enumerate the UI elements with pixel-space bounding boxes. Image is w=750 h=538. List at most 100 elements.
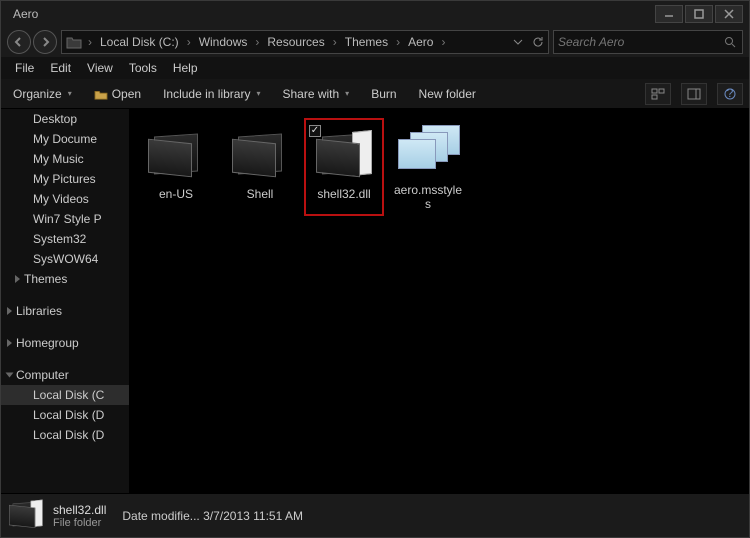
tree-item[interactable]: My Pictures bbox=[1, 169, 129, 189]
include-label: Include in library bbox=[163, 87, 250, 101]
tree-group-libraries[interactable]: Libraries bbox=[1, 301, 129, 321]
expand-icon[interactable] bbox=[7, 339, 12, 347]
folder-icon bbox=[227, 123, 293, 183]
folder-item[interactable]: Shell bbox=[221, 119, 299, 215]
open-label: Open bbox=[112, 87, 141, 101]
tree-item[interactable]: SysWOW64 bbox=[1, 249, 129, 269]
chevron-down-icon: ▾ bbox=[68, 89, 72, 98]
organize-button[interactable]: Organize▾ bbox=[7, 84, 78, 104]
tree-group-homegroup[interactable]: Homegroup bbox=[1, 333, 129, 353]
folder-icon bbox=[143, 123, 209, 183]
folder-icon bbox=[15, 193, 29, 205]
tree-item-label: Desktop bbox=[33, 112, 77, 126]
tree-item-label: Win7 Style P bbox=[33, 212, 102, 226]
preview-pane-button[interactable] bbox=[681, 83, 707, 105]
details-pane: shell32.dll File folder Date modifie... … bbox=[1, 493, 749, 537]
search-input[interactable] bbox=[558, 35, 722, 49]
address-history-dropdown[interactable] bbox=[508, 31, 528, 53]
chevron-right-icon: › bbox=[253, 35, 261, 49]
chevron-right-icon: › bbox=[394, 35, 402, 49]
breadcrumb-segment[interactable]: Resources bbox=[261, 35, 330, 49]
menu-tools[interactable]: Tools bbox=[121, 58, 165, 78]
tree-item-drive[interactable]: Local Disk (C bbox=[1, 385, 129, 405]
breadcrumb-segment[interactable]: Themes bbox=[339, 35, 394, 49]
window-controls bbox=[655, 5, 743, 23]
refresh-button[interactable] bbox=[528, 31, 548, 53]
details-meta-value: 3/7/2013 11:51 AM bbox=[203, 509, 303, 523]
folder-icon bbox=[15, 153, 29, 165]
search-box[interactable] bbox=[553, 30, 743, 54]
tree-item-label: My Videos bbox=[33, 192, 89, 206]
menu-view[interactable]: View bbox=[79, 58, 121, 78]
window-title: Aero bbox=[7, 7, 655, 21]
tree-item[interactable]: My Videos bbox=[1, 189, 129, 209]
tree-group-label: Libraries bbox=[16, 304, 62, 318]
chevron-right-icon: › bbox=[86, 35, 94, 49]
breadcrumb-segment[interactable]: Local Disk (C:) bbox=[94, 35, 185, 49]
chevron-right-icon: › bbox=[331, 35, 339, 49]
open-button[interactable]: Open bbox=[88, 84, 147, 104]
burn-button[interactable]: Burn bbox=[365, 84, 402, 104]
address-bar[interactable]: › Local Disk (C:) › Windows › Resources … bbox=[61, 30, 549, 54]
tree-group-label: Homegroup bbox=[16, 336, 79, 350]
help-button[interactable]: ? bbox=[717, 83, 743, 105]
folder-item[interactable]: en-US bbox=[137, 119, 215, 215]
command-bar: Organize▾ Open Include in library▾ Share… bbox=[1, 79, 749, 109]
new-folder-button[interactable]: New folder bbox=[413, 84, 482, 104]
tree-item[interactable]: System32 bbox=[1, 229, 129, 249]
chevron-right-icon: › bbox=[439, 35, 447, 49]
include-in-library-button[interactable]: Include in library▾ bbox=[157, 84, 266, 104]
menu-edit[interactable]: Edit bbox=[42, 58, 79, 78]
tree-item-label: Themes bbox=[24, 272, 67, 286]
tree-item-label: SysWOW64 bbox=[33, 252, 98, 266]
title-bar: Aero bbox=[1, 1, 749, 27]
new-folder-label: New folder bbox=[419, 87, 476, 101]
minimize-button[interactable] bbox=[655, 5, 683, 23]
menu-file[interactable]: File bbox=[7, 58, 42, 78]
tree-item-drive[interactable]: Local Disk (D bbox=[1, 405, 129, 425]
folder-icon bbox=[15, 113, 29, 125]
folder-icon bbox=[311, 123, 377, 183]
tree-item[interactable]: Win7 Style P bbox=[1, 209, 129, 229]
forward-button[interactable] bbox=[33, 30, 57, 54]
breadcrumb-segment[interactable]: Windows bbox=[193, 35, 254, 49]
breadcrumb-segment[interactable]: Aero bbox=[402, 35, 439, 49]
share-with-button[interactable]: Share with▾ bbox=[276, 84, 355, 104]
items-view[interactable]: en-US Shell ✓ shell32.dll aero.msstyles bbox=[129, 109, 749, 493]
maximize-button[interactable] bbox=[685, 5, 713, 23]
change-view-button[interactable] bbox=[645, 83, 671, 105]
tree-item-label: Local Disk (C bbox=[33, 388, 104, 402]
collapse-icon[interactable] bbox=[6, 373, 14, 378]
open-folder-icon bbox=[94, 88, 108, 100]
tree-item[interactable]: Themes bbox=[1, 269, 129, 289]
explorer-body: Desktop My Docume My Music My Pictures M… bbox=[1, 109, 749, 493]
tree-item-label: My Docume bbox=[33, 132, 97, 146]
tree-group-computer[interactable]: Computer bbox=[1, 365, 129, 385]
back-button[interactable] bbox=[7, 30, 31, 54]
tree-item-label: My Pictures bbox=[33, 172, 96, 186]
navigation-pane[interactable]: Desktop My Docume My Music My Pictures M… bbox=[1, 109, 129, 493]
details-name: shell32.dll bbox=[53, 503, 106, 517]
item-label: Shell bbox=[247, 187, 274, 201]
tree-item[interactable]: My Music bbox=[1, 149, 129, 169]
drive-icon bbox=[15, 389, 29, 401]
file-item[interactable]: aero.msstyles bbox=[389, 119, 467, 215]
tree-item[interactable]: My Docume bbox=[1, 129, 129, 149]
expand-icon[interactable] bbox=[7, 307, 12, 315]
details-meta-label: Date modifie... bbox=[122, 509, 199, 523]
tree-item-drive[interactable]: Local Disk (D bbox=[1, 425, 129, 445]
tree-item[interactable]: Desktop bbox=[1, 109, 129, 129]
search-icon bbox=[722, 34, 738, 50]
menu-help[interactable]: Help bbox=[165, 58, 206, 78]
menu-bar: File Edit View Tools Help bbox=[1, 57, 749, 79]
explorer-window: Aero › Local Disk (C:) › Windows › Resou… bbox=[0, 0, 750, 538]
details-thumbnail bbox=[9, 499, 43, 533]
chevron-down-icon: ▾ bbox=[345, 89, 349, 98]
expand-icon[interactable] bbox=[15, 275, 20, 283]
details-type: File folder bbox=[53, 517, 106, 529]
item-label: aero.msstyles bbox=[391, 183, 465, 211]
close-button[interactable] bbox=[715, 5, 743, 23]
address-tail bbox=[508, 31, 548, 53]
folder-item-selected[interactable]: ✓ shell32.dll bbox=[305, 119, 383, 215]
drive-icon bbox=[15, 409, 29, 421]
